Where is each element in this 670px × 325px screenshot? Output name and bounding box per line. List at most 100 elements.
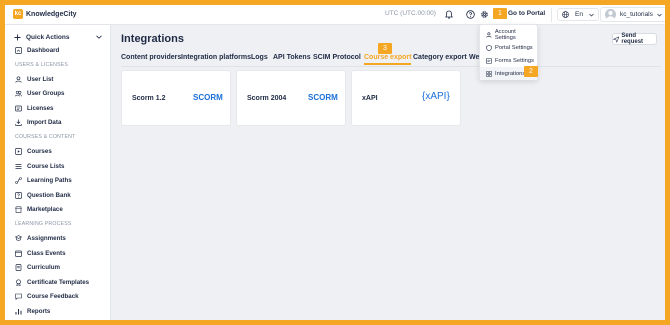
sidebar-item-curriculum[interactable]: Curriculum — [5, 261, 110, 276]
integrations-step-badge: 2 — [524, 66, 538, 77]
assignment-icon — [15, 235, 22, 242]
sidebar-item-label: Certificate Templates — [27, 278, 90, 286]
tab-truncated[interactable]: We — [469, 54, 479, 61]
portal-step-badge: 1 — [493, 8, 507, 19]
send-request-button[interactable]: Send request — [612, 33, 657, 45]
tab-api-tokens[interactable]: API Tokens — [273, 54, 311, 61]
help-icon[interactable] — [465, 9, 476, 20]
top-bar: kc KnowledgeCity UTC (UTC.00:00) 1 Go to… — [5, 5, 665, 25]
sidebar-item-licenses[interactable]: Licenses — [5, 101, 110, 116]
divider — [551, 8, 552, 22]
tab-content-providers[interactable]: Content providers — [121, 54, 181, 61]
send-request-label: Send request — [621, 33, 644, 45]
sidebar-item-label: Assignments — [27, 235, 66, 243]
feedback-icon — [15, 293, 22, 301]
integrations-icon — [486, 70, 492, 77]
card-title: Scorm 1.2 — [132, 95, 166, 102]
sidebar-item-learning-paths[interactable]: Learning Paths — [5, 174, 110, 189]
tab-category-export[interactable]: Category export — [413, 54, 467, 61]
path-icon — [15, 177, 22, 185]
courses-icon — [15, 148, 22, 156]
section-title: LEARNING PROCESS — [15, 221, 72, 228]
tab-scim-protocol[interactable]: SCIM Protocol — [313, 54, 361, 61]
sidebar-item-label: Course Lists — [27, 162, 65, 170]
sidebar-item-label: User Groups — [27, 90, 65, 98]
reports-icon — [15, 308, 22, 315]
import-icon — [15, 119, 22, 126]
card-title: Scorm 2004 — [247, 95, 287, 102]
sidebar-item-user-groups[interactable]: User Groups — [5, 87, 110, 102]
question-icon — [15, 191, 22, 199]
sidebar-item-label: Class Events — [27, 249, 66, 257]
timezone-label[interactable]: UTC (UTC.00:00) — [385, 10, 436, 17]
gear-icon[interactable] — [479, 9, 490, 20]
integration-card-xapi[interactable]: xAPI {xAPI} — [351, 70, 461, 126]
sidebar-item-marketplace[interactable]: Marketplace — [5, 203, 110, 218]
scorm-logo: SCORM — [193, 93, 223, 102]
certificate-icon — [15, 279, 22, 286]
sidebar-item-user-list[interactable]: User List — [5, 72, 110, 87]
dashboard-icon — [15, 46, 22, 54]
tab-logs[interactable]: Logs — [251, 54, 268, 61]
go-to-portal-button[interactable]: Go to Portal — [508, 10, 545, 17]
bell-icon[interactable] — [443, 9, 454, 20]
menu-item-label: Portal Settings — [495, 44, 533, 51]
sidebar-item-course-lists[interactable]: Course Lists — [5, 159, 110, 174]
user-icon — [15, 76, 22, 83]
logo-text: KnowledgeCity — [26, 10, 77, 18]
store-icon — [15, 206, 22, 213]
sidebar-item-course-feedback[interactable]: Course Feedback — [5, 290, 110, 305]
integration-card-scorm-12[interactable]: Scorm 1.2 SCORM — [121, 70, 231, 126]
logo-mark: kc — [13, 9, 23, 19]
sidebar-item-certificate-templates[interactable]: Certificate Templates — [5, 275, 110, 290]
language-value: En — [575, 11, 583, 18]
calendar-icon — [15, 250, 22, 257]
sidebar-item-dashboard[interactable]: Dashboard — [5, 43, 110, 58]
integration-card-scorm-2004[interactable]: Scorm 2004 SCORM — [236, 70, 346, 126]
list-icon — [15, 163, 22, 170]
form-icon — [486, 57, 492, 64]
logo[interactable]: kc KnowledgeCity — [13, 9, 77, 19]
sidebar-item-class-events[interactable]: Class Events — [5, 246, 110, 261]
menu-item-label: Integrations — [495, 70, 526, 77]
sidebar-item-label: Marketplace — [27, 206, 63, 214]
menu-item-label: Forms Settings — [495, 57, 534, 64]
menu-item-label: Account Settings — [494, 28, 516, 41]
sidebar-item-label: Licenses — [27, 104, 54, 112]
section-title: COURSES & CONTENT — [15, 134, 76, 141]
chevron-down-icon — [657, 13, 662, 16]
user-menu[interactable]: kc_tutorials — [600, 7, 665, 22]
tab-course-export[interactable]: Course export — [364, 54, 412, 65]
curriculum-icon — [15, 264, 22, 272]
card-title: xAPI — [362, 95, 378, 102]
menu-item-account-settings[interactable]: Account Settings — [480, 28, 537, 41]
sidebar-item-label: Import Data — [27, 119, 62, 127]
chevron-down-icon — [589, 13, 594, 16]
app-frame: kc KnowledgeCity UTC (UTC.00:00) 1 Go to… — [5, 5, 665, 320]
tab-integration-platforms[interactable]: Integration platforms — [181, 54, 251, 61]
section-title: USERS & LICENSES — [15, 61, 69, 68]
sidebar-item-label: User List — [27, 75, 54, 83]
sidebar-item-label: Curriculum — [27, 264, 61, 272]
license-icon — [15, 105, 22, 112]
sidebar-item-courses[interactable]: Courses — [5, 145, 110, 160]
quick-actions[interactable]: Quick Actions — [5, 31, 110, 43]
sidebar-item-reports[interactable]: Reports — [5, 304, 110, 319]
sidebar-item-import-data[interactable]: Import Data — [5, 116, 110, 131]
sidebar-item-question-bank[interactable]: Question Bank — [5, 188, 110, 203]
sidebar-item-label: Course Feedback — [27, 293, 79, 301]
avatar — [605, 9, 616, 20]
sidebar-item-label: Dashboard — [27, 46, 60, 54]
sidebar-item-label: Learning Paths — [27, 177, 72, 185]
menu-item-portal-settings[interactable]: Portal Settings — [480, 41, 537, 54]
xapi-logo: {xAPI} — [422, 91, 450, 102]
sidebar: Quick Actions Dashboard USERS & LICENSES… — [5, 25, 111, 320]
users-icon — [15, 90, 22, 97]
username: kc_tutorials — [620, 11, 653, 18]
page-title: Integrations — [121, 33, 184, 45]
language-select[interactable]: En — [557, 8, 599, 21]
scorm-logo: SCORM — [308, 93, 338, 102]
shield-icon — [486, 44, 492, 51]
sidebar-item-assignments[interactable]: Assignments — [5, 232, 110, 247]
quick-actions-label: Quick Actions — [26, 33, 70, 41]
